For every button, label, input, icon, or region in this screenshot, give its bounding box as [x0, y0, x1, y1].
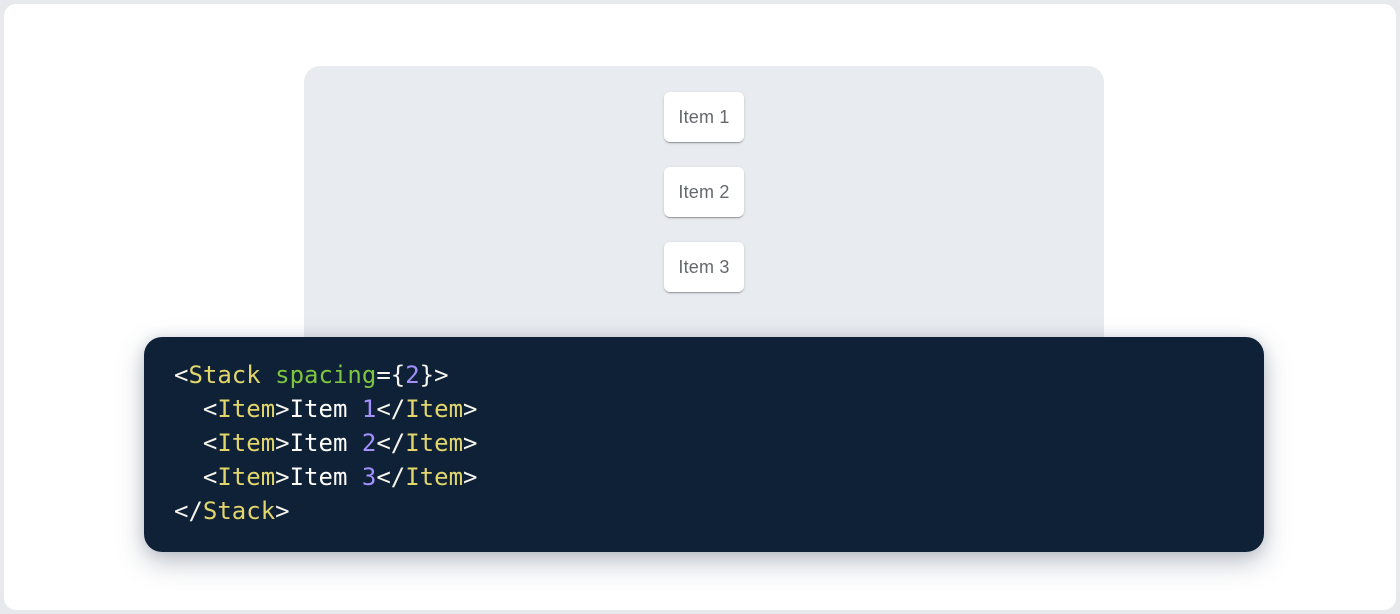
code-token-plain [174, 395, 203, 423]
code-token-plain: Item [290, 463, 362, 491]
code-token-punctuation: </ [376, 429, 405, 457]
code-token-number: 1 [362, 395, 376, 423]
code-token-punctuation: > [275, 429, 289, 457]
code-token-plain: Item [290, 429, 362, 457]
code-token-punctuation: > [463, 463, 477, 491]
code-token-number: 2 [405, 361, 419, 389]
code-line: <Item>Item 2</Item> [174, 426, 1234, 460]
stack-demo-panel: Item 1 Item 2 Item 3 [304, 66, 1104, 366]
code-line: </Stack> [174, 494, 1234, 528]
code-block: <Stack spacing={2}> <Item>Item 1</Item> … [144, 337, 1264, 552]
code-token-punctuation: < [203, 463, 217, 491]
code-token-plain: Item [290, 395, 362, 423]
code-token-punctuation: < [203, 395, 217, 423]
code-token-punctuation: </ [376, 463, 405, 491]
code-token-tag: Item [217, 429, 275, 457]
code-token-punctuation: < [174, 361, 188, 389]
code-token-tag: Stack [203, 497, 275, 525]
page-card: Item 1Item 2Item 3 <Stack spacing={2}> <… [4, 4, 1396, 610]
code-token-punctuation: > [275, 463, 289, 491]
code-token-tag: Item [405, 463, 463, 491]
code-token-punctuation: < [203, 429, 217, 457]
code-token-punctuation: > [275, 497, 289, 525]
stack-item: Item 1 [664, 92, 744, 142]
code-token-number: 2 [362, 429, 376, 457]
code-token-tag: Item [405, 429, 463, 457]
page-background: Item 1Item 2Item 3 <Stack spacing={2}> <… [0, 0, 1400, 614]
code-token-punctuation: > [463, 395, 477, 423]
code-token-attr_name: spacing [275, 361, 376, 389]
code-token-tag: Item [405, 395, 463, 423]
code-token-plain [174, 429, 203, 457]
code-line: <Item>Item 3</Item> [174, 460, 1234, 494]
code-token-punctuation: > [275, 395, 289, 423]
code-token-number: 3 [362, 463, 376, 491]
stack-item: Item 3 [664, 242, 744, 292]
code-token-tag: Item [217, 463, 275, 491]
code-line: <Item>Item 1</Item> [174, 392, 1234, 426]
code-token-tag: Stack [188, 361, 260, 389]
code-line: <Stack spacing={2}> [174, 358, 1234, 392]
code-token-plain [174, 463, 203, 491]
code-token-punctuation: </ [174, 497, 203, 525]
code-token-punctuation: ={ [376, 361, 405, 389]
code-token-punctuation: > [463, 429, 477, 457]
stack-item: Item 2 [664, 167, 744, 217]
code-token-plain [261, 361, 275, 389]
code-token-tag: Item [217, 395, 275, 423]
code-token-punctuation: </ [376, 395, 405, 423]
code-token-punctuation: }> [420, 361, 449, 389]
